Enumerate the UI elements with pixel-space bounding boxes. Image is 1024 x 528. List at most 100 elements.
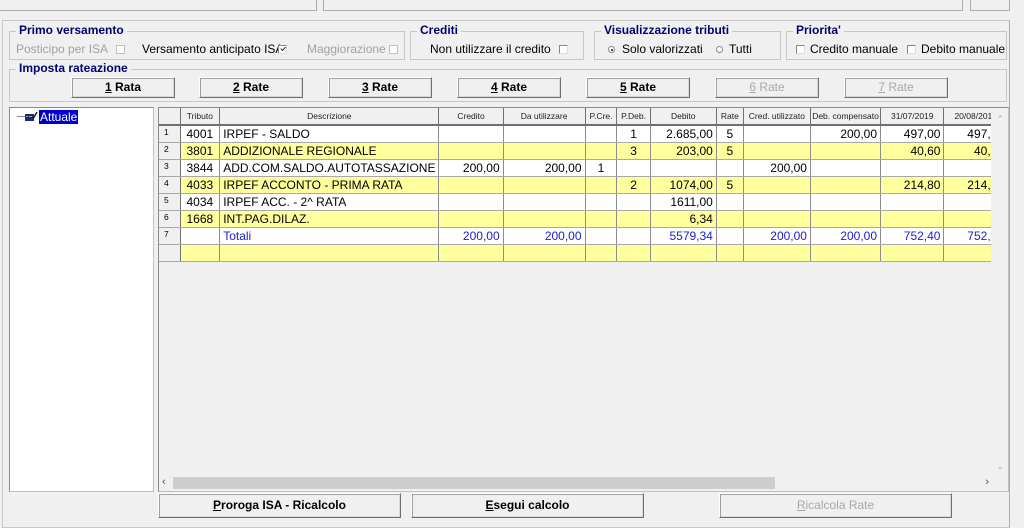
table-cell[interactable] [503, 142, 586, 160]
table-cell[interactable]: IRPEF ACC. - 2^ RATA [219, 193, 440, 211]
scroll-left-icon[interactable]: ‹ [162, 476, 166, 488]
column-header[interactable]: Debito [650, 108, 717, 126]
maggiorazione-checkbox[interactable] [389, 45, 398, 54]
debito-manuale-checkbox[interactable] [907, 45, 916, 54]
table-cell[interactable] [219, 244, 440, 262]
table-cell[interactable]: 1 [616, 125, 651, 143]
table-cell[interactable] [585, 193, 618, 211]
table-cell[interactable]: 1668 [180, 210, 221, 228]
column-header[interactable]: Rate [716, 108, 744, 126]
table-cell[interactable]: 3 [616, 142, 651, 160]
table-row[interactable]: 7 Totali 200,00 200,00 5579,34 200,00 200,00 75… [159, 227, 1008, 245]
table-cell[interactable] [438, 193, 504, 211]
column-header[interactable]: Da utilizzare [503, 108, 586, 126]
table-cell[interactable]: INT.PAG.DILAZ. [219, 210, 440, 228]
table-row[interactable] [159, 244, 1008, 262]
table-cell[interactable] [880, 244, 945, 262]
column-header[interactable]: 31/07/2019 [880, 108, 945, 126]
table-cell[interactable] [438, 244, 504, 262]
table-cell[interactable] [616, 227, 651, 245]
table-cell[interactable] [716, 227, 744, 245]
table-cell[interactable] [716, 159, 744, 177]
table-cell[interactable]: 200,00 [810, 227, 882, 245]
column-header[interactable]: Credito [438, 108, 504, 126]
table-cell[interactable] [585, 125, 618, 143]
table-cell[interactable] [716, 193, 744, 211]
table-cell[interactable]: ADD.COM.SALDO.AUTOTASSAZIONE [219, 159, 440, 177]
table-row[interactable]: 2 3801 ADDIZIONALE REGIONALE 3 203,00 5 40,60 4… [159, 142, 1008, 160]
table-cell[interactable] [616, 159, 651, 177]
column-header[interactable]: Cred. utilizzato [743, 108, 811, 126]
table-cell[interactable] [585, 227, 618, 245]
table-cell[interactable] [743, 210, 811, 228]
table-cell[interactable]: 5 [716, 142, 744, 160]
scroll-up-icon[interactable]: ⌃ [996, 114, 1004, 125]
table-row[interactable]: 1 4001 IRPEF - SALDO 1 2.685,00 5 200,00 497,00… [159, 125, 1008, 143]
table-cell[interactable] [810, 159, 882, 177]
scroll-thumb[interactable] [173, 477, 775, 489]
solo-valorizzati-radio[interactable] [608, 46, 615, 53]
column-header[interactable]: P.Deb. [616, 108, 651, 126]
table-cell[interactable] [616, 193, 651, 211]
table-row[interactable]: 6 1668 INT.PAG.DILAZ. 6,34 [159, 210, 1008, 228]
table-cell[interactable] [503, 193, 586, 211]
table-cell[interactable] [585, 210, 618, 228]
table-cell[interactable]: 203,00 [650, 142, 717, 160]
table-cell[interactable] [880, 210, 945, 228]
column-header[interactable]: Tributo [180, 108, 221, 126]
ricalcola-rate-button[interactable]: Ricalcola Rate [719, 493, 952, 518]
table-cell[interactable]: 752,40 [880, 227, 945, 245]
table-cell[interactable]: 200,00 [438, 159, 504, 177]
table-cell[interactable] [810, 244, 882, 262]
table-cell[interactable]: 40,60 [880, 142, 945, 160]
horizontal-scrollbar[interactable]: ‹ › [159, 475, 993, 491]
table-cell[interactable] [810, 210, 882, 228]
table-row[interactable]: 3 3844 ADD.COM.SALDO.AUTOTASSAZIONE 200,00 2… [159, 159, 1008, 177]
table-cell[interactable] [438, 125, 504, 143]
table-cell[interactable]: 200,00 [743, 159, 811, 177]
rate-6-button[interactable]: 6 Rate [715, 77, 819, 98]
table-cell[interactable]: ADDIZIONALE REGIONALE [219, 142, 440, 160]
credito-manuale-checkbox[interactable] [796, 45, 805, 54]
table-cell[interactable]: 2.685,00 [650, 125, 717, 143]
table-cell[interactable] [810, 176, 882, 194]
table-cell[interactable]: 497,00 [880, 125, 945, 143]
table-cell[interactable] [438, 176, 504, 194]
table-cell[interactable]: 214,80 [880, 176, 945, 194]
table-cell[interactable]: 4034 [180, 193, 221, 211]
table-cell[interactable] [743, 193, 811, 211]
table-cell[interactable] [180, 244, 221, 262]
table-cell[interactable]: 200,00 [743, 227, 811, 245]
esegui-calcolo-button[interactable]: Esegui calcolo [411, 493, 644, 518]
table-row[interactable]: 5 4034 IRPEF ACC. - 2^ RATA 1611,00 [159, 193, 1008, 211]
table-cell[interactable] [716, 210, 744, 228]
tributi-grid[interactable]: Tributo Descrizione Credito Da utilizzare P.… [158, 107, 1009, 492]
table-cell[interactable] [503, 244, 586, 262]
table-cell[interactable]: Totali [219, 227, 440, 245]
scroll-right-icon[interactable]: › [985, 476, 989, 488]
table-cell[interactable]: 1074,00 [650, 176, 717, 194]
table-cell[interactable]: 5 [716, 176, 744, 194]
table-cell[interactable]: 1611,00 [650, 193, 717, 211]
vertical-scrollbar[interactable]: ⌃ ⌄ [991, 108, 1008, 476]
table-cell[interactable] [880, 193, 945, 211]
table-cell[interactable] [503, 125, 586, 143]
table-cell[interactable]: 5579,34 [650, 227, 717, 245]
table-cell[interactable] [180, 227, 221, 245]
table-cell[interactable] [650, 159, 717, 177]
table-cell[interactable] [880, 159, 945, 177]
column-header[interactable]: Descrizione [219, 108, 440, 126]
table-cell[interactable] [585, 176, 618, 194]
table-cell[interactable]: 3801 [180, 142, 221, 160]
anticipato-checkbox[interactable] [278, 45, 287, 54]
rate-5-button[interactable]: 5 Rate [586, 77, 690, 98]
tree-view[interactable]: Attuale [9, 107, 154, 492]
table-cell[interactable]: 4033 [180, 176, 221, 194]
table-cell[interactable]: 200,00 [503, 227, 586, 245]
posticipo-checkbox[interactable] [116, 45, 125, 54]
proroga-isa-ricalcolo-button[interactable]: Proroga ISA - Ricalcolo [158, 493, 401, 518]
table-cell[interactable]: 5 [716, 125, 744, 143]
table-cell[interactable]: 1 [585, 159, 618, 177]
tree-node-attuale[interactable]: Attuale [39, 110, 79, 124]
rate-2-button[interactable]: 2 Rate [199, 77, 303, 98]
